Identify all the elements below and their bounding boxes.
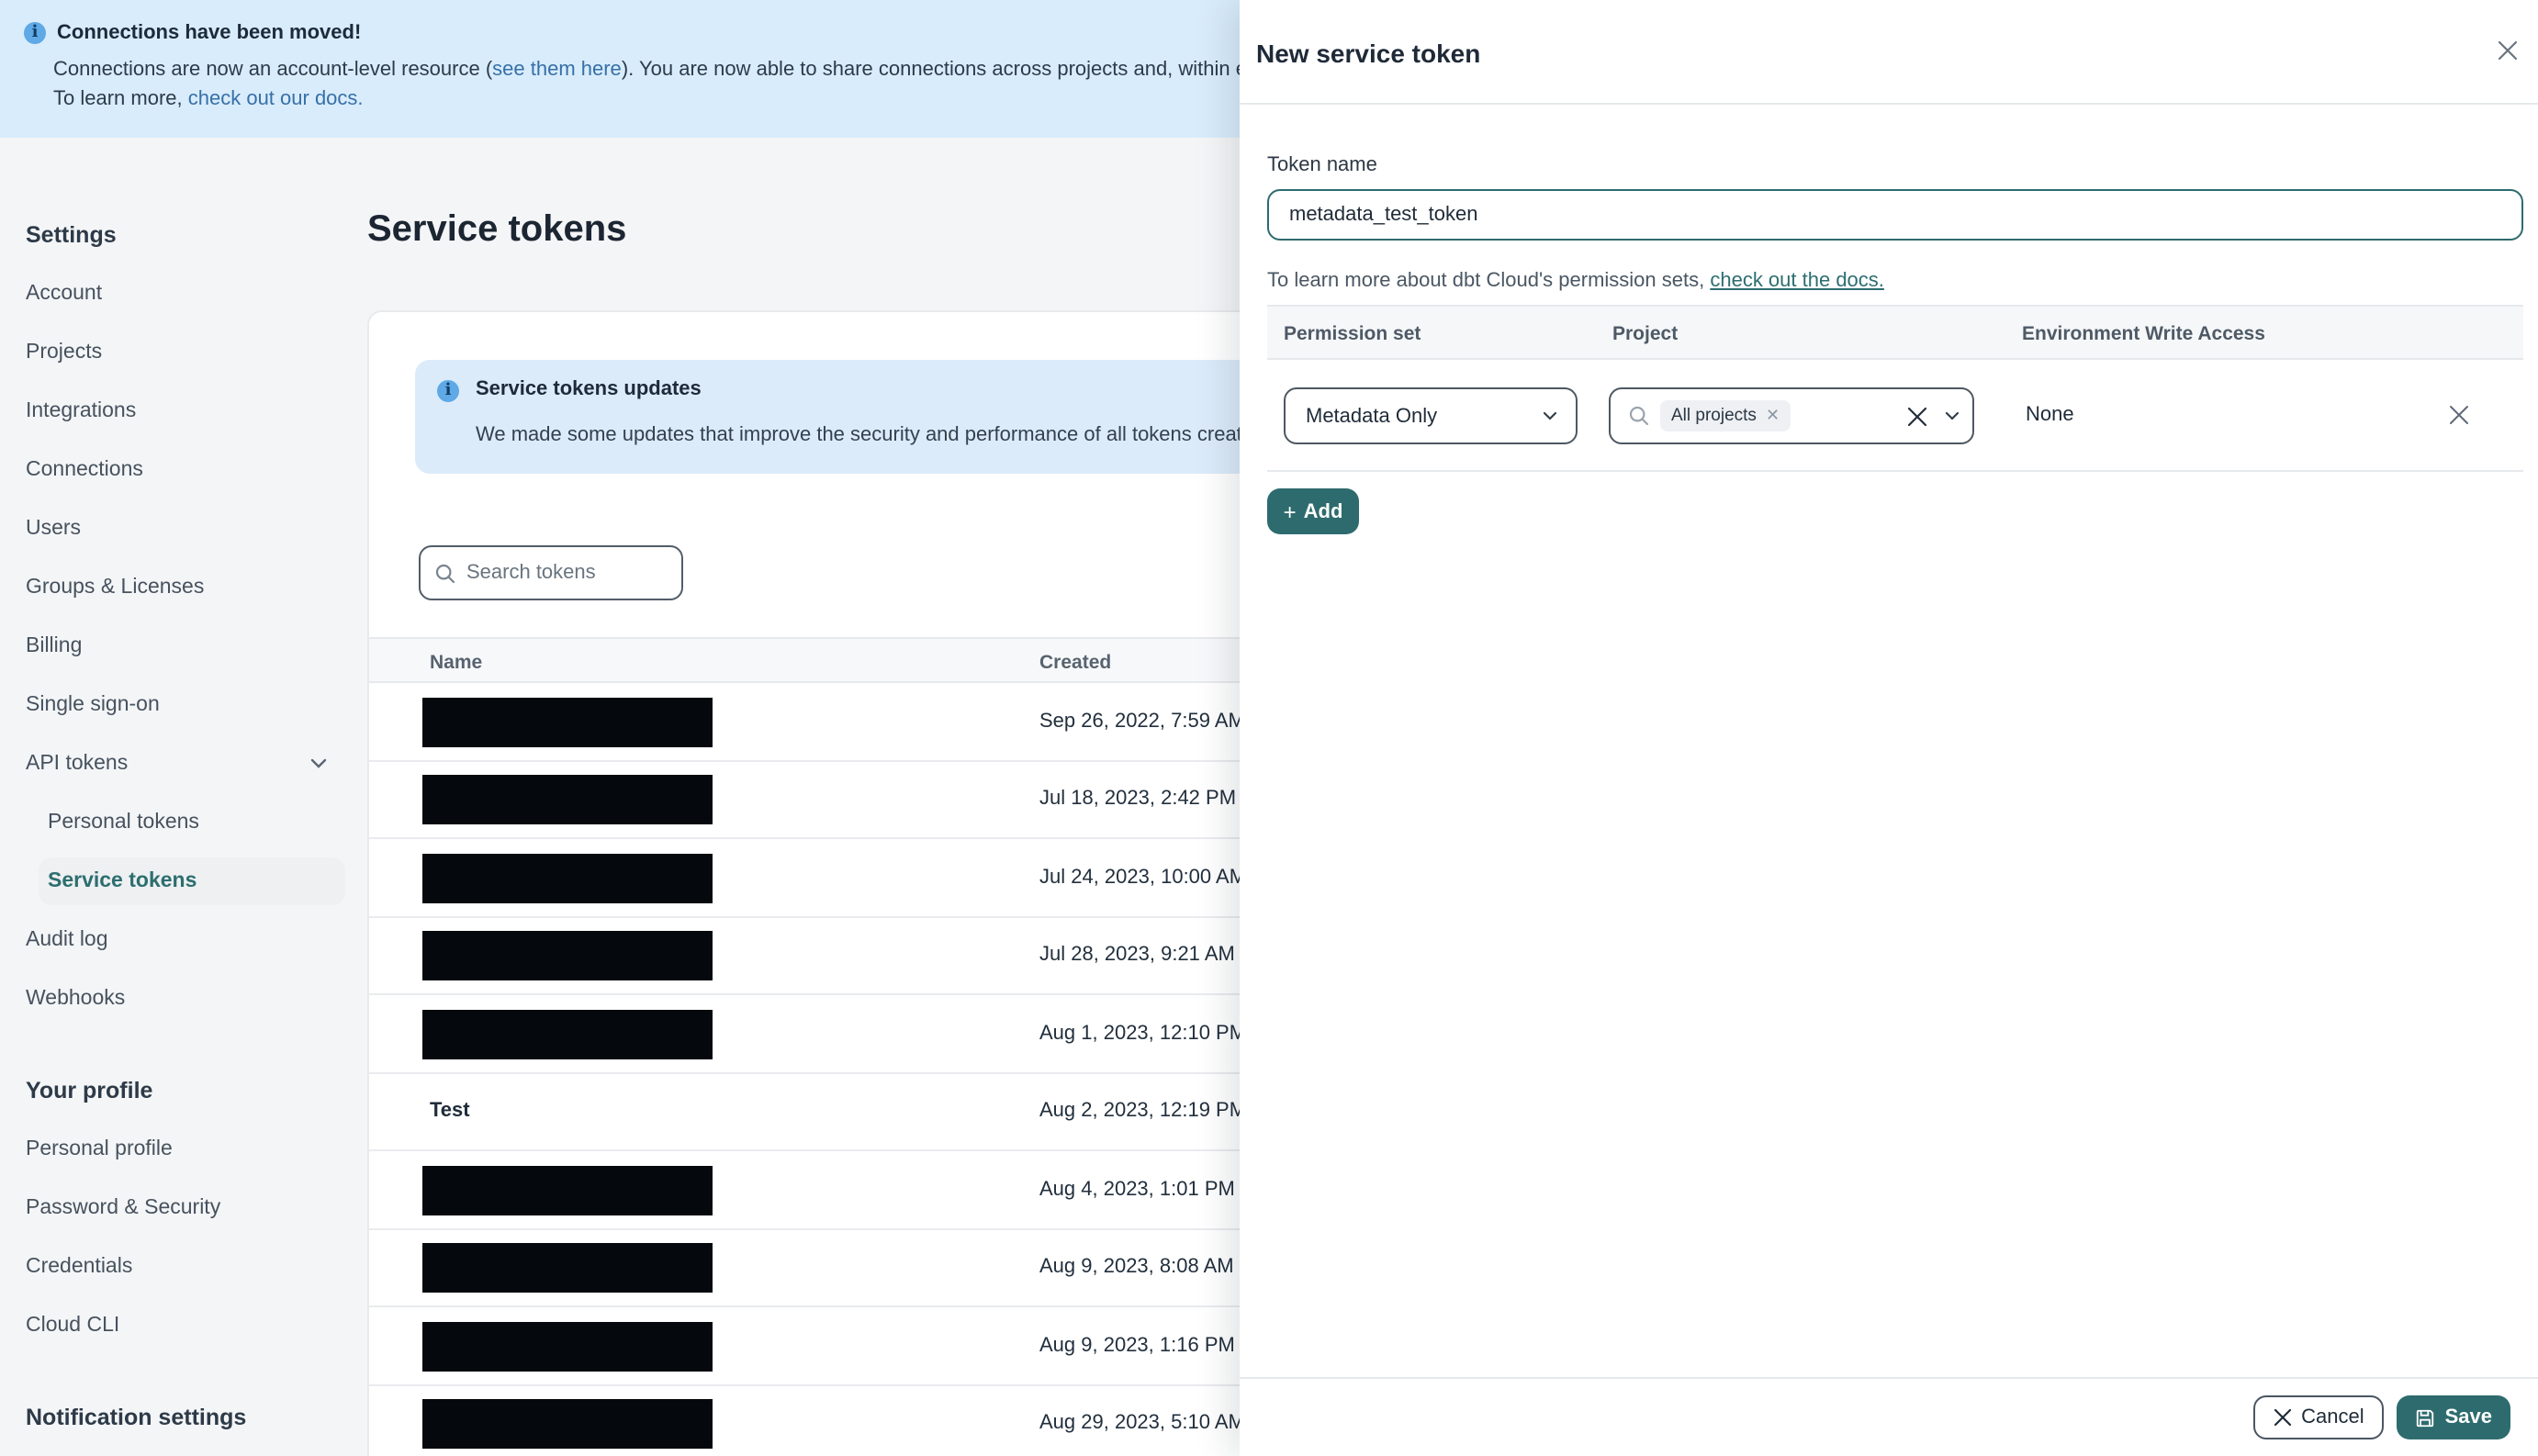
sidebar-item-audit-log[interactable]: Audit log — [26, 911, 367, 969]
chevron-down-icon — [1543, 411, 1557, 420]
token-name-input[interactable] — [1267, 189, 2523, 241]
column-header-project: Project — [1612, 323, 1679, 345]
permissions-table-header: Permission set Project Environment Write… — [1267, 305, 2523, 360]
redacted-token-name — [422, 1165, 713, 1215]
remove-row-icon[interactable] — [2448, 404, 2470, 426]
clear-selection-icon[interactable] — [1906, 405, 1928, 427]
info-icon: i — [437, 380, 459, 402]
save-button-label: Save — [2444, 1406, 2492, 1428]
see-them-here-link[interactable]: see them here — [492, 59, 622, 81]
token-created-date: Jul 28, 2023, 9:21 AM P — [1039, 944, 1254, 967]
sidebar-heading-settings: Settings — [26, 222, 117, 248]
sidebar-item-users[interactable]: Users — [26, 499, 367, 558]
redacted-token-name — [422, 931, 713, 980]
drawer-title: New service token — [1256, 38, 1481, 67]
permission-set-value: Metadata Only — [1306, 405, 1438, 427]
sidebar-item-password-security[interactable]: Password & Security — [26, 1179, 367, 1238]
banner-text: To learn more, — [53, 88, 188, 110]
redacted-token-name — [422, 1009, 713, 1058]
sidebar-item-api-tokens-label: API tokens — [26, 753, 129, 775]
search-tokens-box — [419, 545, 683, 600]
notice-title: Service tokens updates — [476, 378, 702, 400]
sidebar-item-connections[interactable]: Connections — [26, 441, 367, 499]
close-icon[interactable] — [2492, 35, 2521, 64]
token-created-date: Jul 18, 2023, 2:42 PM P — [1039, 788, 1255, 811]
save-button[interactable]: Save — [2397, 1395, 2510, 1439]
redacted-token-name — [422, 775, 713, 824]
banner-text: ). You are now able to share connections… — [621, 59, 1304, 81]
token-created-date: Aug 1, 2023, 12:10 PM P — [1039, 1022, 1265, 1045]
sidebar-item-account[interactable]: Account — [26, 264, 367, 323]
add-permission-button[interactable]: + Add — [1267, 488, 1359, 534]
redacted-token-name — [422, 697, 713, 746]
helper-text: To learn more about dbt Cloud's permissi… — [1267, 270, 1711, 292]
project-chip-label: All projects — [1671, 406, 1757, 426]
plus-icon: + — [1283, 498, 1297, 524]
token-created-date: Aug 4, 2023, 1:01 PM P — [1039, 1178, 1254, 1201]
permission-row: Metadata Only All projects ✕ None — [1267, 360, 2523, 472]
sidebar-item-single-sign-on[interactable]: Single sign-on — [26, 676, 367, 734]
redacted-token-name — [422, 1243, 713, 1293]
sidebar-item-api-tokens[interactable]: API tokens — [26, 734, 367, 793]
sidebar-heading-your-profile: Your profile — [26, 1078, 153, 1103]
token-created-date: Aug 9, 2023, 1:16 PM P — [1039, 1334, 1254, 1357]
sidebar-item-credentials[interactable]: Credentials — [26, 1238, 367, 1296]
sidebar-item-service-tokens[interactable]: Service tokens — [39, 857, 345, 905]
column-header-created: Created — [1039, 651, 1112, 673]
search-tokens-input[interactable] — [466, 562, 667, 584]
drawer-header: New service token — [1240, 0, 2538, 105]
dbt-cloud-settings-page: Settings Account Projects Integrations C… — [0, 0, 2538, 1456]
banner-text-line: Connections are now an account-level res… — [53, 59, 1303, 81]
info-icon: i — [24, 22, 46, 44]
chip-remove-icon[interactable]: ✕ — [1766, 407, 1780, 424]
add-button-label: Add — [1303, 500, 1343, 522]
notice-body: We made some updates that improve the se… — [476, 424, 1265, 446]
settings-sidebar: Settings Account Projects Integrations C… — [26, 206, 367, 1447]
banner-title: Connections have been moved! — [57, 22, 362, 44]
redacted-token-name — [422, 1399, 713, 1449]
project-multiselect[interactable]: All projects ✕ — [1609, 387, 1974, 444]
sidebar-item-integrations[interactable]: Integrations — [26, 382, 367, 441]
cancel-button-label: Cancel — [2301, 1406, 2364, 1428]
banner-text-line: To learn more, check out our docs. — [53, 88, 364, 110]
redacted-token-name — [422, 1321, 713, 1371]
token-name: Test — [430, 1100, 470, 1123]
save-icon — [2416, 1407, 2436, 1428]
token-created-date: Jul 24, 2023, 10:00 AM — [1039, 866, 1247, 889]
drawer-footer: Cancel Save — [1240, 1377, 2538, 1456]
permission-set-select[interactable]: Metadata Only — [1284, 387, 1578, 444]
token-created-date: Aug 29, 2023, 5:10 AM P — [1039, 1412, 1264, 1435]
sidebar-item-personal-tokens[interactable]: Personal tokens — [26, 793, 367, 852]
banner-text: Connections are now an account-level res… — [53, 59, 493, 81]
search-icon — [435, 563, 455, 583]
sidebar-item-projects[interactable]: Projects — [26, 323, 367, 382]
sidebar-item-cloud-cli[interactable]: Cloud CLI — [26, 1296, 367, 1355]
sidebar-item-billing[interactable]: Billing — [26, 617, 367, 676]
new-service-token-drawer: New service token Token name To learn mo… — [1240, 0, 2538, 1456]
column-header-permission-set: Permission set — [1284, 323, 1421, 345]
page-title: Service tokens — [367, 209, 627, 250]
environment-write-access-value: None — [2026, 404, 2074, 426]
sidebar-item-groups-licenses[interactable]: Groups & Licenses — [26, 558, 367, 617]
cancel-button[interactable]: Cancel — [2253, 1395, 2385, 1439]
token-name-label: Token name — [1267, 154, 1377, 176]
token-created-date: Aug 9, 2023, 8:08 AM P — [1039, 1256, 1253, 1279]
check-out-the-docs-link[interactable]: check out the docs. — [1710, 270, 1884, 292]
column-header-environment-write-access: Environment Write Access — [2022, 323, 2265, 345]
project-chip: All projects ✕ — [1660, 400, 1791, 431]
chevron-down-icon — [310, 758, 327, 769]
permission-sets-helper: To learn more about dbt Cloud's permissi… — [1267, 270, 1884, 292]
column-header-name: Name — [430, 651, 483, 673]
token-created-date: Sep 26, 2022, 7:59 AM P — [1039, 710, 1264, 733]
redacted-token-name — [422, 853, 713, 902]
chevron-down-icon[interactable] — [1945, 411, 1960, 420]
token-created-date: Aug 2, 2023, 12:19 PM P — [1039, 1100, 1265, 1123]
check-out-our-docs-link[interactable]: check out our docs. — [188, 88, 364, 110]
sidebar-heading-notification-settings: Notification settings — [26, 1405, 247, 1430]
sidebar-item-personal-profile[interactable]: Personal profile — [26, 1120, 367, 1179]
search-icon — [1629, 406, 1649, 426]
sidebar-item-webhooks[interactable]: Webhooks — [26, 969, 367, 1028]
close-icon — [2274, 1408, 2292, 1427]
